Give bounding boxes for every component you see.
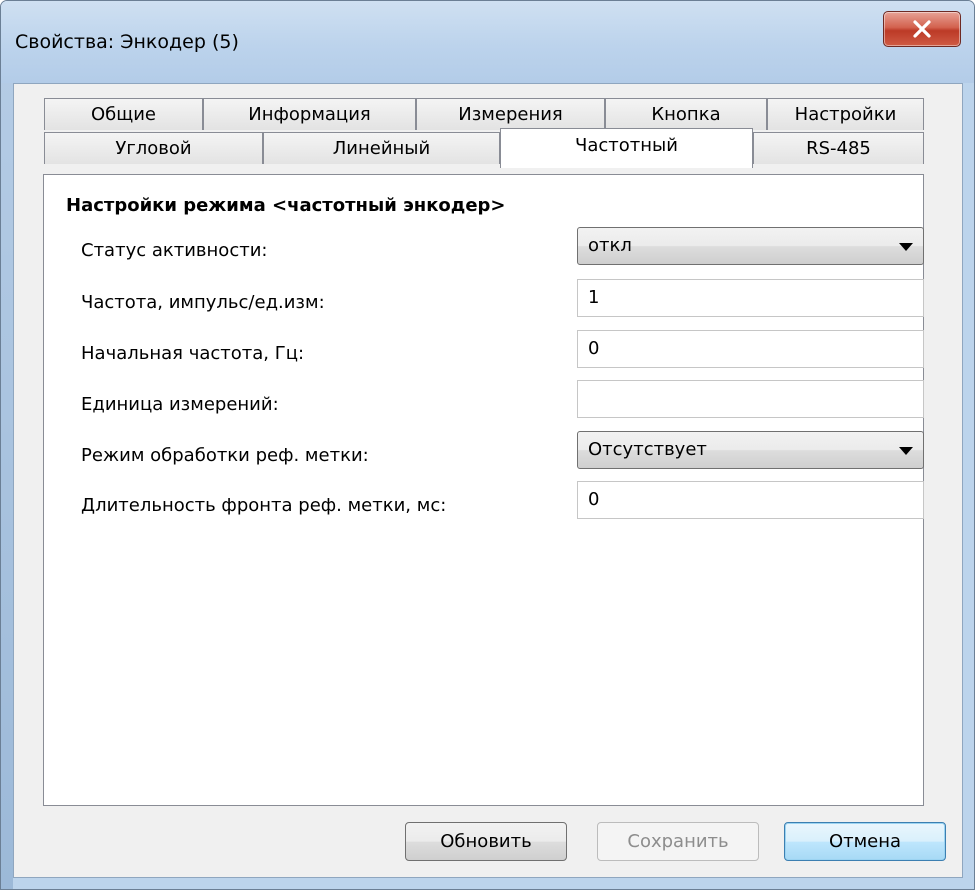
tab-settings[interactable]: Настройки [767,98,924,130]
frequency-tab-panel: Настройки режима <частотный энкодер> Ста… [43,174,924,806]
close-icon [913,20,931,38]
tab-frequency[interactable]: Частотный [500,128,753,168]
dialog-client-area: Общие Информация Измерения Кнопка Настро… [13,83,963,878]
tab-row-bottom: Угловой Линейный Частотный RS-485 [44,128,924,168]
chevron-down-icon [899,447,913,455]
unit-label: Единица измерений: [81,394,279,415]
tab-information[interactable]: Информация [203,98,416,130]
cancel-button[interactable]: Отмена [784,822,946,861]
status-dropdown-value: откл [588,235,632,256]
title-bar[interactable]: Свойства: Энкодер (5) [1,1,974,83]
save-button[interactable]: Сохранить [597,822,759,861]
ref-duration-label: Длительность фронта реф. метки, мс: [81,495,447,516]
section-title: Настройки режима <частотный энкодер> [66,195,506,216]
status-label: Статус активности: [81,240,268,261]
tab-angular[interactable]: Угловой [44,132,263,164]
tab-button[interactable]: Кнопка [605,98,767,130]
window-title: Свойства: Энкодер (5) [15,31,239,53]
tab-row-top: Общие Информация Измерения Кнопка Настро… [44,98,924,130]
ref-mode-dropdown[interactable]: Отсутствует [577,431,924,469]
tab-linear[interactable]: Линейный [263,132,500,164]
frequency-input[interactable]: 1 [577,279,924,317]
close-button[interactable] [883,11,961,47]
start-frequency-input[interactable]: 0 [577,330,924,368]
chevron-down-icon [899,243,913,251]
start-frequency-label: Начальная частота, Гц: [81,343,305,364]
left-edge-strip [1,1,13,889]
tab-rs485[interactable]: RS-485 [753,132,924,164]
ref-mode-dropdown-value: Отсутствует [588,439,707,460]
status-dropdown[interactable]: откл [577,227,924,265]
properties-dialog: Свойства: Энкодер (5) Общие Информация И… [0,0,975,890]
unit-input[interactable] [577,380,924,418]
ref-mode-label: Режим обработки реф. метки: [81,445,369,466]
tab-measurements[interactable]: Измерения [416,98,605,130]
tab-general[interactable]: Общие [44,98,203,130]
ref-duration-input[interactable]: 0 [577,481,924,519]
frequency-label: Частота, импульс/ед.изм: [81,292,325,313]
refresh-button[interactable]: Обновить [405,822,567,861]
